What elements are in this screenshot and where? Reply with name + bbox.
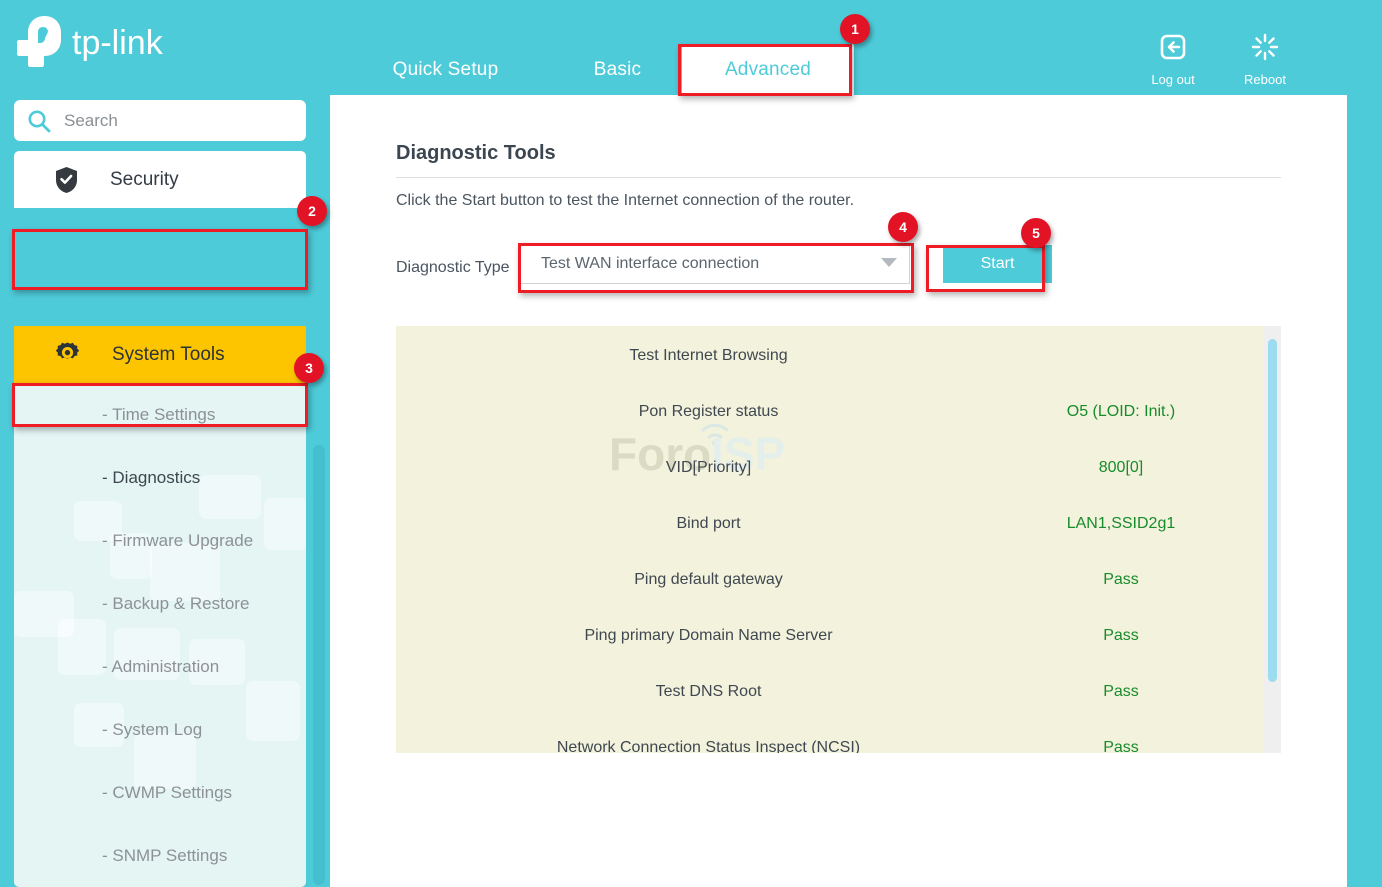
reboot-icon xyxy=(1251,33,1279,61)
sidebar-subitem-label: - Time Settings xyxy=(102,404,216,424)
result-name: Ping primary Domain Name Server xyxy=(584,627,833,644)
sidebar-subitem-label: - System Log xyxy=(102,719,203,739)
diagnostic-type-label: Diagnostic Type xyxy=(396,259,510,276)
main-nav-tabs: Quick Setup Basic Advanced xyxy=(330,44,890,96)
sidebar: Search Security System Tools - Time Sett… xyxy=(0,95,330,887)
table-row: Test DNS Root Pass xyxy=(396,664,1263,720)
table-row: Pon Register status O5 (LOID: Init.) xyxy=(396,384,1263,440)
sidebar-scrollbar[interactable] xyxy=(313,445,325,885)
table-row: Network Connection Status Inspect (NCSI)… xyxy=(396,720,1263,753)
sidebar-subitem-time-settings[interactable]: - Time Settings xyxy=(14,383,306,446)
sidebar-subitem-cwmp-settings[interactable]: - CWMP Settings xyxy=(14,761,306,824)
tab-quick-setup-label: Quick Setup xyxy=(392,59,499,80)
result-name: VID[Priority] xyxy=(665,459,752,476)
tab-basic-label: Basic xyxy=(593,59,642,80)
table-row: Ping default gateway Pass xyxy=(396,552,1263,608)
sidebar-subitem-label: - CWMP Settings xyxy=(102,782,233,802)
sidebar-subitem-label: - Firmware Upgrade xyxy=(102,530,254,550)
logout-button[interactable]: Log out xyxy=(1128,32,1218,87)
search-icon xyxy=(28,110,51,132)
sidebar-subitem-administration[interactable]: - Administration xyxy=(14,635,306,698)
sidebar-subitem-label: - Backup & Restore xyxy=(102,593,250,613)
sidebar-subitem-snmp-settings[interactable]: - SNMP Settings xyxy=(14,824,306,887)
title-divider xyxy=(396,177,1281,178)
results-scrollbar-thumb[interactable] xyxy=(1268,339,1277,682)
table-row: VID[Priority] 800[0] xyxy=(396,440,1263,496)
result-name: Ping default gateway xyxy=(634,571,783,588)
gear-icon xyxy=(54,341,81,368)
result-name: Test DNS Root xyxy=(655,683,762,700)
router-admin-page: tp-link Quick Setup Basic Advanced Log o… xyxy=(0,0,1382,887)
result-name: Test Internet Browsing xyxy=(629,347,788,364)
tp-link-logo: tp-link xyxy=(14,12,204,70)
result-name: Pon Register status xyxy=(638,403,779,420)
result-value: Pass xyxy=(1103,739,1139,753)
table-row: Ping primary Domain Name Server Pass xyxy=(396,608,1263,664)
table-row: Test Internet Browsing xyxy=(396,328,1263,384)
app-header: tp-link Quick Setup Basic Advanced Log o… xyxy=(0,0,1382,96)
result-value xyxy=(1021,328,1221,384)
result-value: 800[0] xyxy=(1098,459,1144,476)
start-button[interactable]: Start xyxy=(943,245,1052,283)
sidebar-subitem-label: - Diagnostics xyxy=(102,467,201,487)
logo-wordmark: tp-link xyxy=(72,24,164,62)
sidebar-item-security[interactable]: Security xyxy=(14,151,306,208)
sidebar-subitem-label: - Administration xyxy=(102,656,220,676)
result-value: LAN1,SSID2g1 xyxy=(1066,515,1176,532)
result-value: O5 (LOID: Init.) xyxy=(1066,403,1176,420)
intro-text: Click the Start button to test the Inter… xyxy=(396,192,855,209)
sidebar-item-system-tools-label: System Tools xyxy=(112,343,225,365)
start-button-label: Start xyxy=(980,255,1015,272)
tab-advanced[interactable]: Advanced xyxy=(682,44,854,96)
logout-icon xyxy=(1160,34,1186,60)
reboot-label: Reboot xyxy=(1244,72,1286,87)
result-value: Pass xyxy=(1103,683,1139,700)
result-name: Network Connection Status Inspect (NCSI) xyxy=(556,739,861,753)
reboot-button[interactable]: Reboot xyxy=(1220,32,1310,87)
diagnostic-results-panel: Foro ISP Test Internet Browsing Pon Regi… xyxy=(396,326,1281,753)
main-content: Diagnostic Tools Click the Start button … xyxy=(330,95,1347,887)
sidebar-item-system-tools[interactable]: System Tools xyxy=(14,326,306,383)
sidebar-subitem-backup-restore[interactable]: - Backup & Restore xyxy=(14,572,306,635)
chevron-down-icon xyxy=(881,258,897,267)
sidebar-submenu: - Time Settings - Diagnostics - Firmware… xyxy=(14,383,306,887)
page-title: Diagnostic Tools xyxy=(396,142,556,164)
table-row: Bind port LAN1,SSID2g1 xyxy=(396,496,1263,552)
diagnostic-type-value: Test WAN interface connection xyxy=(541,255,760,272)
logout-label: Log out xyxy=(1151,72,1195,87)
diagnostic-type-select[interactable]: Test WAN interface connection xyxy=(520,244,910,284)
search-input[interactable]: Search xyxy=(14,100,306,141)
shield-check-icon xyxy=(54,166,79,193)
result-value: Pass xyxy=(1103,571,1139,588)
tab-quick-setup[interactable]: Quick Setup xyxy=(358,44,533,96)
result-name: Bind port xyxy=(676,515,741,532)
result-value: Pass xyxy=(1103,627,1139,644)
sidebar-subitem-label: - SNMP Settings xyxy=(102,845,228,865)
search-placeholder: Search xyxy=(64,110,118,130)
results-scrollbar-track[interactable] xyxy=(1263,326,1281,753)
sidebar-subitem-system-log[interactable]: - System Log xyxy=(14,698,306,761)
sidebar-item-security-label: Security xyxy=(110,168,179,190)
sidebar-subitem-diagnostics[interactable]: - Diagnostics xyxy=(14,446,306,509)
sidebar-subitem-firmware-upgrade[interactable]: - Firmware Upgrade xyxy=(14,509,306,572)
tab-basic[interactable]: Basic xyxy=(545,44,690,96)
tab-advanced-label: Advanced xyxy=(724,59,812,80)
